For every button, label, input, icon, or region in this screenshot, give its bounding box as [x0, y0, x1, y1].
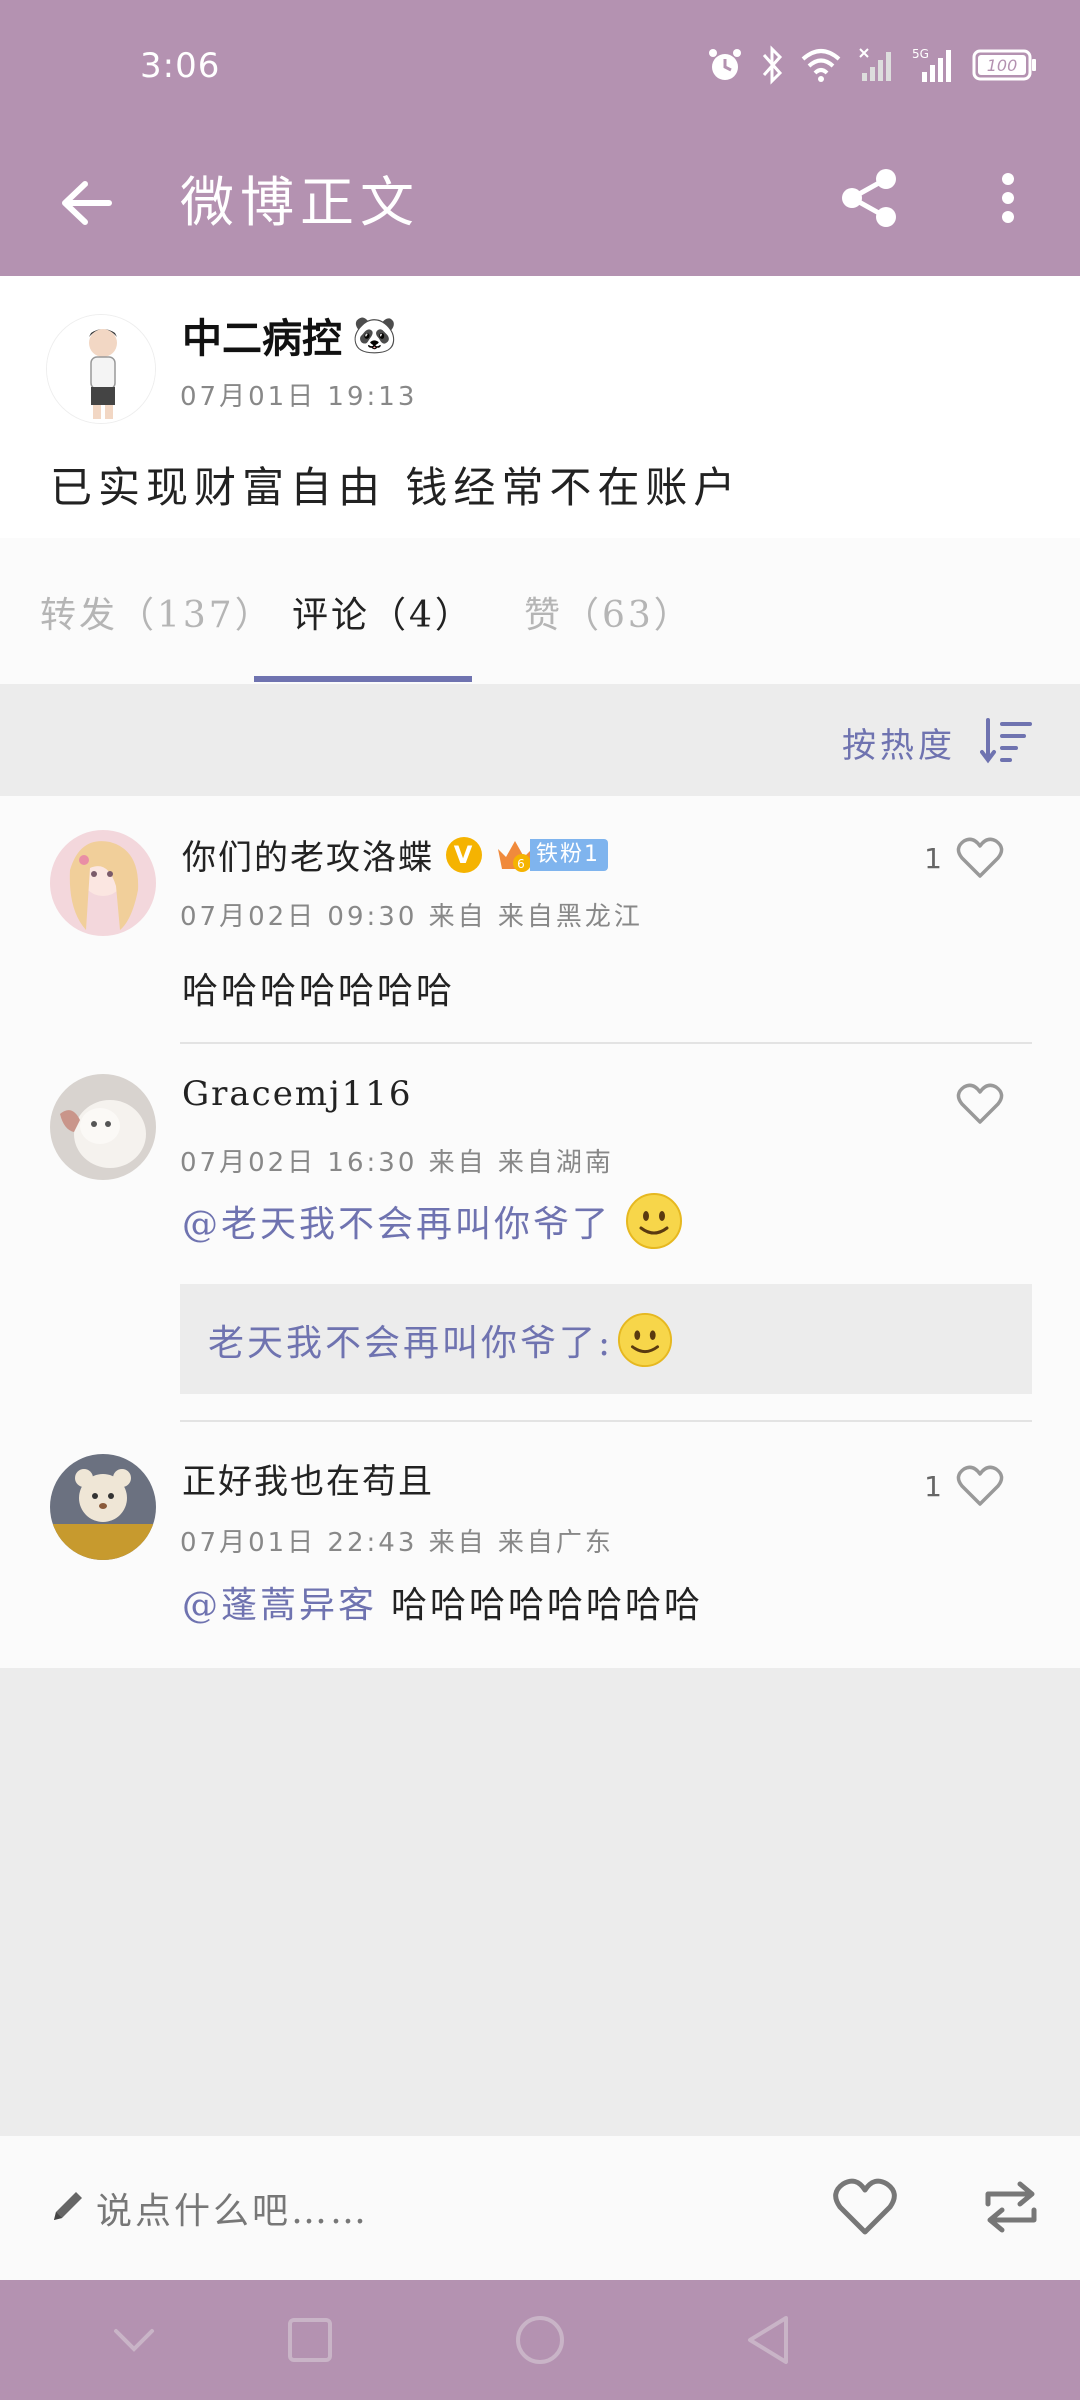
heart-icon	[956, 837, 1004, 878]
verified-badge: V	[446, 836, 482, 873]
comment-input-bar: 说点什么吧……	[0, 2136, 1080, 2280]
battery-level: 100	[987, 56, 1018, 75]
app-bar: 微博正文	[0, 130, 1080, 276]
quoted-comment[interactable]: 老天我不会再叫你爷了:	[180, 1284, 1032, 1394]
circle-icon	[516, 2316, 564, 2364]
signal-5g-icon: 5G	[912, 46, 956, 84]
tab-repost[interactable]: 转发（137）	[40, 586, 274, 638]
chevron-down-icon	[114, 2329, 154, 2352]
battery-icon: 100	[972, 48, 1038, 82]
sort-icon[interactable]	[980, 716, 1032, 764]
comment-like[interactable]: 1	[924, 836, 1004, 880]
post-author[interactable]: 中二病控 🐼	[182, 306, 397, 364]
comment-input[interactable]: 说点什么吧……	[96, 2182, 369, 2234]
square-icon	[288, 2318, 332, 2362]
pencil-icon	[54, 2192, 82, 2220]
panda-emoji: 🐼	[352, 314, 397, 356]
commenter-name-text: 你们的老攻洛蝶	[182, 838, 434, 878]
quoted-text-content: 老天我不会再叫你爷了:	[208, 1323, 614, 1364]
commenter-name[interactable]: Gracemj116	[182, 1074, 413, 1114]
page-title: 微博正文	[180, 171, 420, 234]
commenter-avatar-image	[50, 1074, 156, 1180]
system-nav-bar	[0, 2280, 1080, 2400]
avatar[interactable]	[46, 314, 156, 424]
share-icon	[842, 169, 896, 227]
status-bar: 3:06 5G 100	[0, 0, 1080, 130]
post-content: 已实现财富自由 钱经常不在账户	[50, 463, 742, 512]
status-time: 3:06	[140, 46, 221, 86]
active-tab-indicator	[254, 676, 472, 682]
comment-meta: 07月02日 09:30 来自 来自黑龙江	[180, 902, 643, 932]
more-vert-icon	[1002, 173, 1014, 223]
signal-1-icon	[858, 47, 896, 83]
wifi-icon	[800, 47, 842, 83]
fan-badge: 6 铁粉1	[494, 837, 608, 873]
author-avatar-image	[47, 315, 155, 423]
tab-likes[interactable]: 赞（63）	[524, 586, 693, 638]
quoted-text: 老天我不会再叫你爷了:	[208, 1312, 673, 1368]
alarm-icon	[706, 46, 744, 84]
comment-divider	[180, 1420, 1032, 1422]
comment-like[interactable]	[942, 1082, 1004, 1126]
post-time: 07月01日 19:13	[180, 382, 418, 412]
commenter-avatar-image	[50, 830, 156, 936]
nav-home-button[interactable]	[510, 2310, 570, 2370]
smile-emoji-icon	[626, 1193, 683, 1249]
status-icons: 5G 100	[706, 40, 1038, 90]
commenter-name[interactable]: 正好我也在苟且	[182, 1454, 434, 1503]
comment-like[interactable]: 1	[924, 1464, 1004, 1508]
avatar[interactable]	[50, 1074, 156, 1180]
back-button[interactable]	[52, 168, 122, 238]
comment-text: @蓬蒿异客 哈哈哈哈哈哈哈哈	[182, 1576, 703, 1628]
comment-item: Gracemj116 07月02日 16:30 来自 来自湖南 @老天我不会再叫…	[0, 1044, 1080, 1424]
smile-emoji-icon	[618, 1312, 673, 1368]
post-card: 中二病控 🐼 07月01日 19:13 已实现财富自由 钱经常不在账户	[0, 276, 1080, 538]
sort-by-hot-button[interactable]: 按热度	[842, 718, 956, 767]
comment-meta: 07月01日 22:43 来自 来自广东	[180, 1528, 614, 1558]
like-count: 1	[924, 841, 942, 875]
svg-text:5G: 5G	[912, 47, 929, 61]
mention-link[interactable]: @蓬蒿异客	[182, 1576, 377, 1628]
bluetooth-icon	[760, 45, 784, 85]
commenter-name-text: Gracemj116	[182, 1074, 413, 1114]
sort-bar: 按热度	[0, 684, 1080, 796]
triangle-back-icon	[748, 2316, 788, 2364]
comment-text-content: 哈哈哈哈哈哈哈	[182, 971, 456, 1012]
nav-back-button[interactable]	[738, 2310, 798, 2370]
fan-badge-label: 铁粉1	[530, 838, 608, 871]
comment-item: 正好我也在苟且 07月01日 22:43 来自 来自广东 @蓬蒿异客 哈哈哈哈哈…	[0, 1424, 1080, 1668]
commenter-name[interactable]: 你们的老攻洛蝶 V 6 铁粉1	[182, 830, 608, 879]
like-post-button[interactable]	[832, 2176, 898, 2238]
fan-level: 6	[517, 857, 527, 871]
comment-text: 哈哈哈哈哈哈哈	[182, 962, 455, 1014]
author-name: 中二病控	[182, 315, 342, 362]
avatar[interactable]	[50, 1454, 156, 1560]
comments-list: 你们的老攻洛蝶 V 6 铁粉1 07月02日 09:30 来自 来自黑龙江 哈哈…	[0, 796, 1080, 1668]
like-count: 1	[924, 1469, 942, 1503]
commenter-name-text: 正好我也在苟且	[182, 1462, 434, 1502]
comment-meta: 07月02日 16:30 来自 来自湖南	[180, 1148, 614, 1178]
share-button[interactable]	[832, 160, 908, 236]
heart-icon	[956, 1465, 1004, 1506]
repost-button[interactable]	[980, 2176, 1042, 2238]
arrow-left-icon	[62, 181, 112, 225]
comment-text-content: 哈哈哈哈哈哈哈哈	[391, 1585, 704, 1626]
mention-link[interactable]: @老天我不会再叫你爷了	[182, 1195, 611, 1247]
post-tabs: 转发（137） 评论（4） 赞（63）	[0, 538, 1080, 684]
commenter-avatar-image	[50, 1454, 156, 1560]
nav-collapse-button[interactable]	[104, 2310, 164, 2370]
more-options-button[interactable]	[974, 160, 1042, 236]
weibo-detail-page: 3:06 5G 100 微博正文 中二病控 🐼 07月01日 19:13 已实现…	[0, 0, 1080, 2400]
comment-item: 你们的老攻洛蝶 V 6 铁粉1 07月02日 09:30 来自 来自黑龙江 哈哈…	[0, 796, 1080, 1044]
nav-recents-button[interactable]	[280, 2310, 340, 2370]
comment-text: @老天我不会再叫你爷了	[182, 1192, 683, 1250]
heart-icon	[956, 1083, 1004, 1124]
avatar[interactable]	[50, 830, 156, 936]
